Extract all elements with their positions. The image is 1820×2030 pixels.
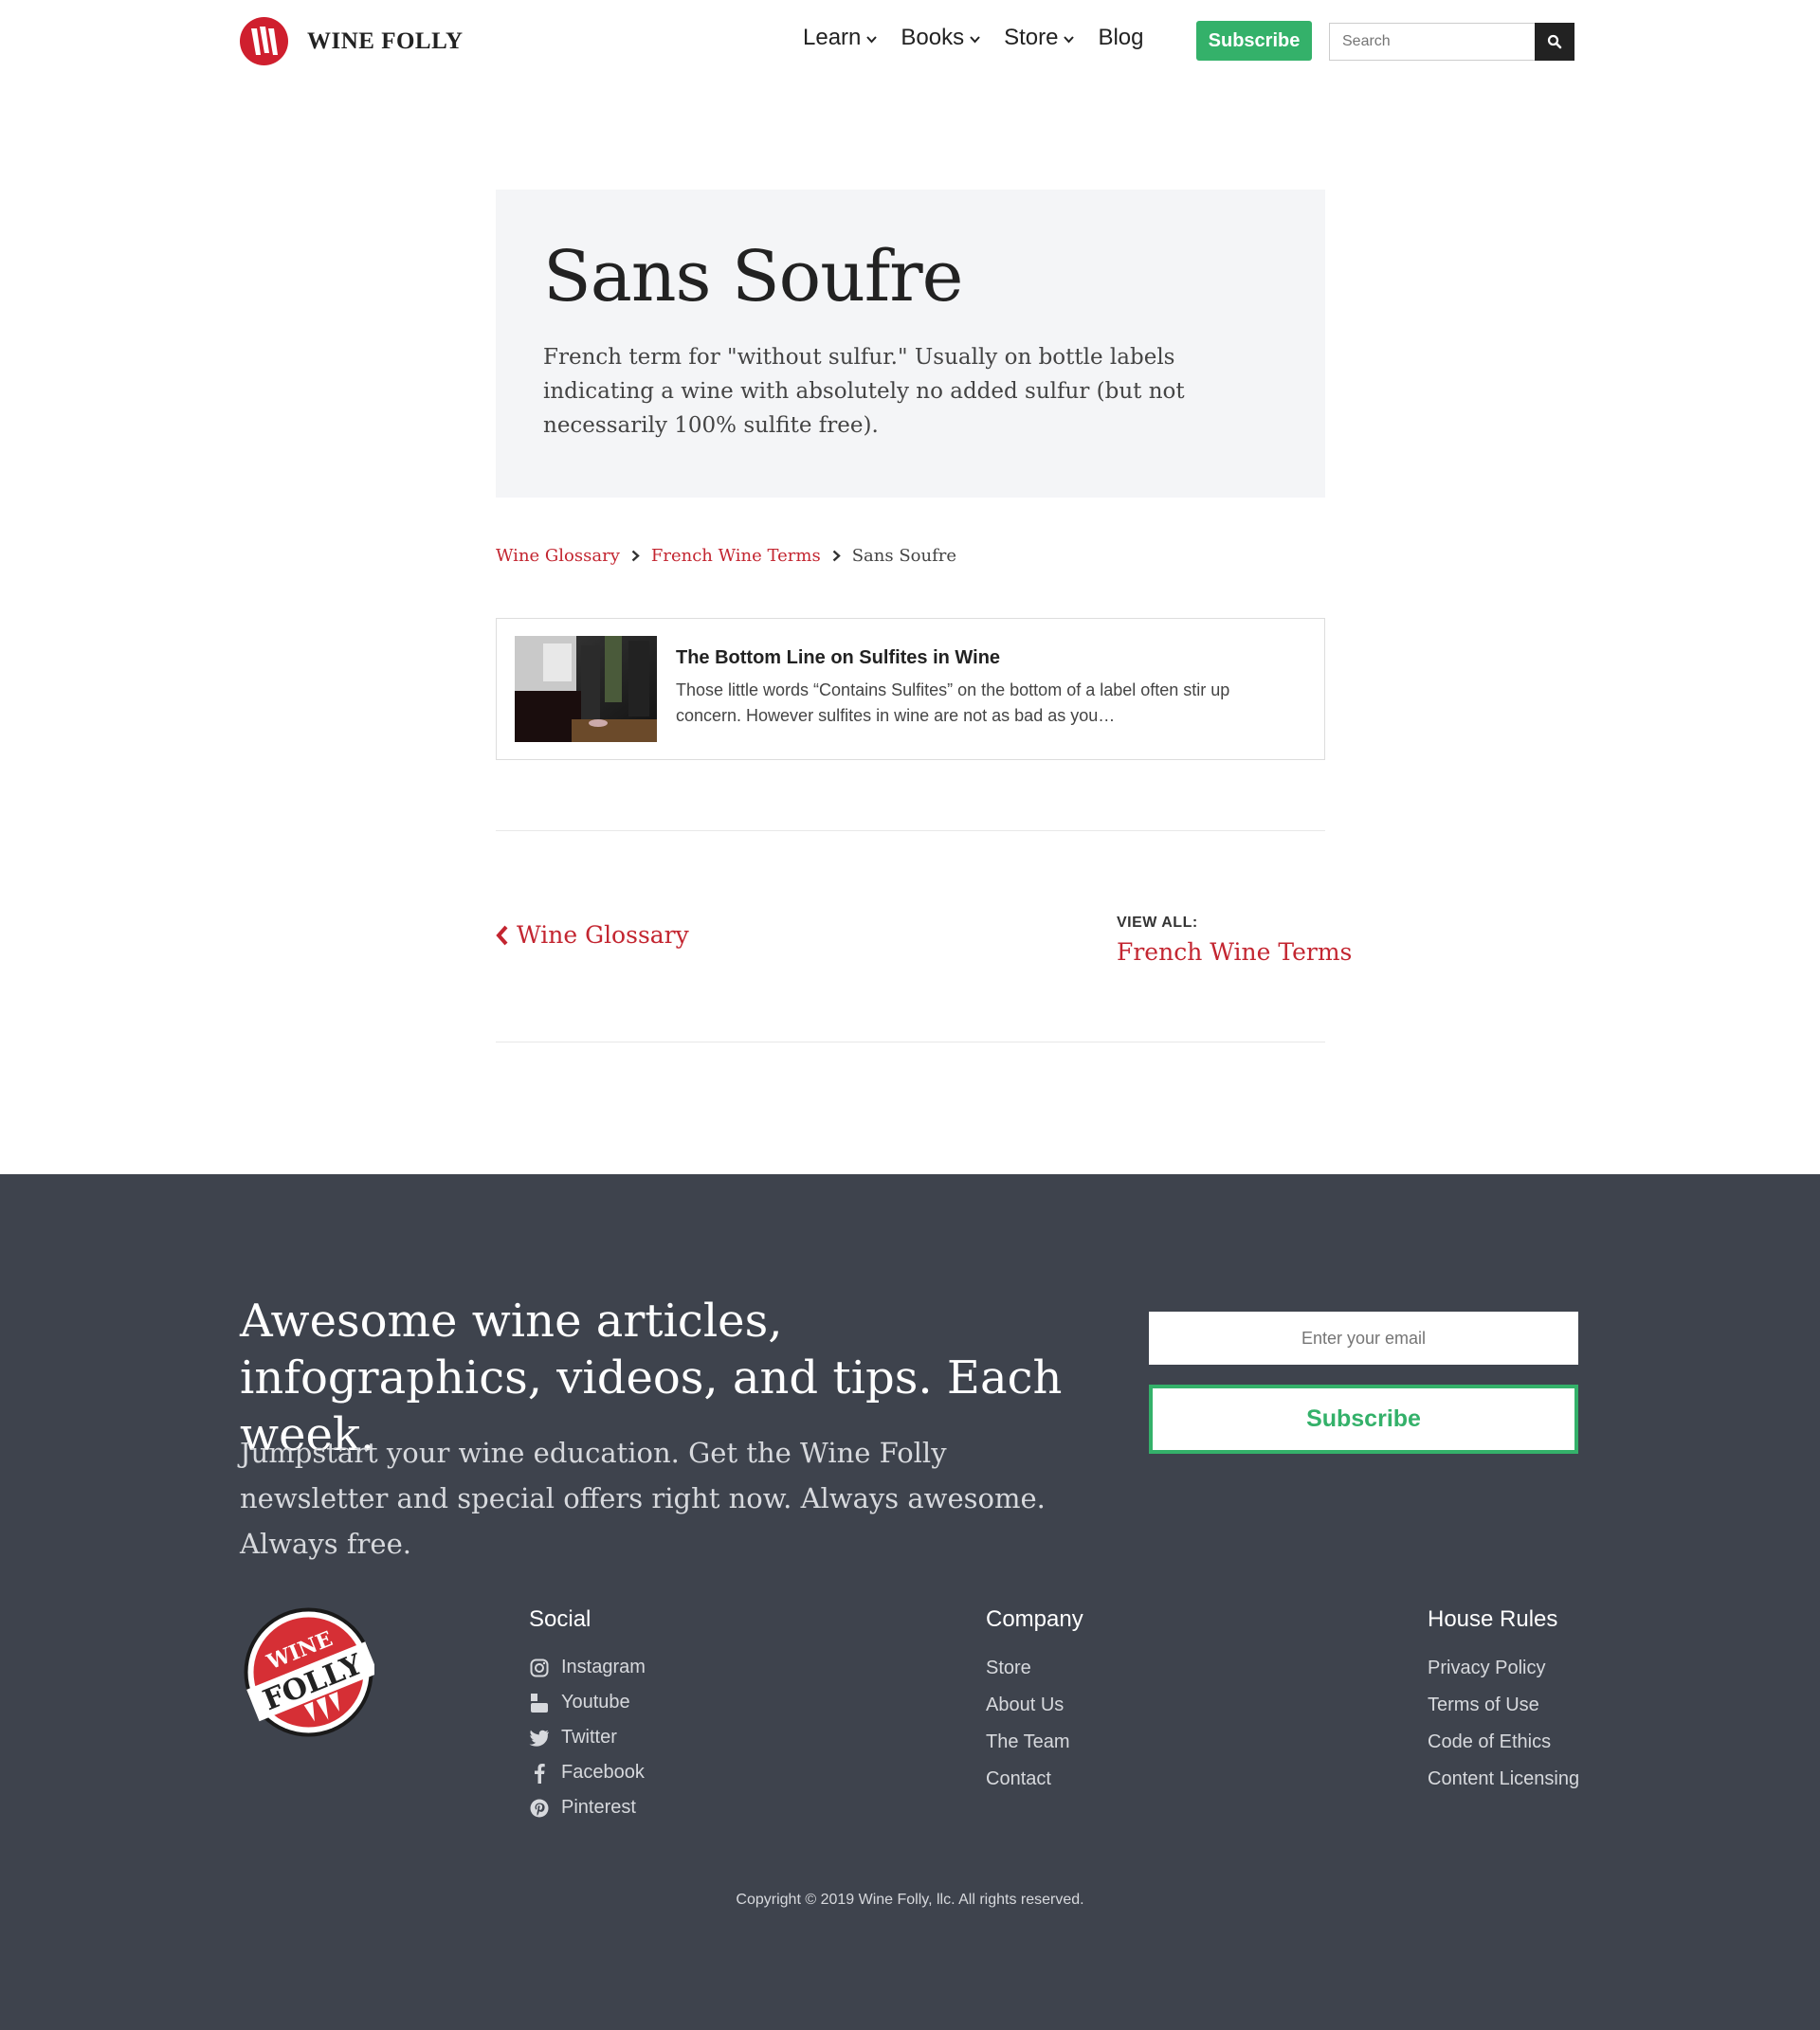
social-link-facebook[interactable]: Facebook <box>529 1755 646 1790</box>
social-link-pinterest[interactable]: Pinterest <box>529 1790 646 1825</box>
breadcrumb-current: Sans Soufre <box>851 546 956 566</box>
social-heading: Social <box>529 1606 592 1632</box>
divider <box>496 830 1325 831</box>
search-input[interactable] <box>1329 23 1536 61</box>
footer-link-store[interactable]: Store <box>986 1650 1083 1687</box>
article-excerpt: Those little words “Contains Sulfites” o… <box>676 680 1230 725</box>
footer-link-code-of-ethics[interactable]: Code of Ethics <box>1428 1724 1579 1761</box>
footer-link-privacy-policy[interactable]: Privacy Policy <box>1428 1650 1579 1687</box>
page-title: Sans Soufre <box>543 236 963 317</box>
social-link-instagram[interactable]: Instagram <box>529 1650 646 1685</box>
nav-store-label: Store <box>1004 25 1059 50</box>
newsletter-subtext: Jumpstart your wine education. Get the W… <box>240 1437 1046 1560</box>
company-heading: Company <box>986 1606 1083 1632</box>
footer-link-contact[interactable]: Contact <box>986 1761 1083 1798</box>
search-icon <box>1547 34 1562 49</box>
social-label: Facebook <box>561 1762 645 1783</box>
wine-folly-badge-logo[interactable]: WINE FOLLY <box>243 1606 378 1738</box>
prev-glossary-link[interactable]: Wine Glossary <box>496 921 689 949</box>
footer-link-terms-of-use[interactable]: Terms of Use <box>1428 1687 1579 1724</box>
related-article-card[interactable]: The Bottom Line on Sulfites in Wine Thos… <box>496 618 1325 760</box>
chevron-right-icon <box>631 550 640 562</box>
view-all-link[interactable]: French Wine Terms <box>1117 938 1352 966</box>
instagram-icon <box>529 1658 550 1678</box>
view-all-label: VIEW ALL: <box>1117 915 1198 931</box>
chevron-left-icon <box>496 925 509 946</box>
glossary-term-card: Sans Soufre French term for "without sul… <box>496 190 1325 498</box>
nav-learn[interactable]: Learn <box>803 25 878 51</box>
chevron-down-icon <box>970 32 980 46</box>
wine-folly-logo-icon <box>240 17 288 65</box>
chevron-down-icon <box>1064 32 1075 46</box>
term-definition: French term for "without sulfur." Usuall… <box>543 345 1185 439</box>
prev-link-label: Wine Glossary <box>517 921 689 949</box>
twitter-icon <box>529 1728 550 1749</box>
footer-link-about-us[interactable]: About Us <box>986 1687 1083 1724</box>
social-link-twitter[interactable]: Twitter <box>529 1720 646 1755</box>
youtube-icon <box>529 1693 550 1713</box>
footer-house-rules-column: House Rules Privacy Policy Terms of Use … <box>1428 1606 1579 1798</box>
chevron-right-icon <box>832 550 841 562</box>
breadcrumb-link-french-wine-terms[interactable]: French Wine Terms <box>651 546 821 566</box>
facebook-icon <box>529 1763 550 1784</box>
article-title[interactable]: The Bottom Line on Sulfites in Wine <box>676 647 1000 669</box>
nav-books-label: Books <box>901 25 965 50</box>
chevron-down-icon <box>866 32 878 46</box>
footer-company-column: Company Store About Us The Team Contact <box>986 1606 1083 1798</box>
social-label: Youtube <box>561 1692 630 1713</box>
social-label: Instagram <box>561 1657 646 1677</box>
email-field[interactable] <box>1149 1312 1578 1365</box>
social-label: Twitter <box>561 1727 617 1748</box>
house-rules-heading: House Rules <box>1428 1606 1558 1632</box>
breadcrumb: Wine Glossary French Wine Terms Sans Sou… <box>496 546 956 566</box>
nav-blog-label: Blog <box>1098 25 1144 50</box>
social-link-youtube[interactable]: Youtube <box>529 1685 646 1720</box>
site-header: WINE FOLLY Learn Books Store Blog Subscr… <box>0 0 1820 83</box>
site-footer: Awesome wine articles, infographics, vid… <box>0 1174 1820 2030</box>
breadcrumb-link-wine-glossary[interactable]: Wine Glossary <box>496 546 620 566</box>
main-nav: Learn Books Store Blog <box>803 25 1168 51</box>
logo-wordmark: WINE FOLLY <box>307 27 464 54</box>
search-button[interactable] <box>1535 23 1574 61</box>
footer-social-column: Social Instagram Youtube Twitter Faceboo… <box>529 1606 646 1825</box>
footer-link-content-licensing[interactable]: Content Licensing <box>1428 1761 1579 1798</box>
site-logo[interactable]: WINE FOLLY <box>240 17 464 65</box>
copyright-text: Copyright © 2019 Wine Folly, llc. All ri… <box>736 1892 1084 1908</box>
pinterest-icon <box>529 1798 550 1819</box>
nav-store[interactable]: Store <box>1004 25 1075 51</box>
article-thumbnail[interactable] <box>515 636 657 742</box>
footer-link-the-team[interactable]: The Team <box>986 1724 1083 1761</box>
nav-blog[interactable]: Blog <box>1098 25 1143 51</box>
social-label: Pinterest <box>561 1797 636 1818</box>
nav-learn-label: Learn <box>803 25 862 50</box>
header-subscribe-button[interactable]: Subscribe <box>1196 21 1312 61</box>
newsletter-subscribe-button[interactable]: Subscribe <box>1149 1385 1578 1454</box>
nav-books[interactable]: Books <box>901 25 980 51</box>
